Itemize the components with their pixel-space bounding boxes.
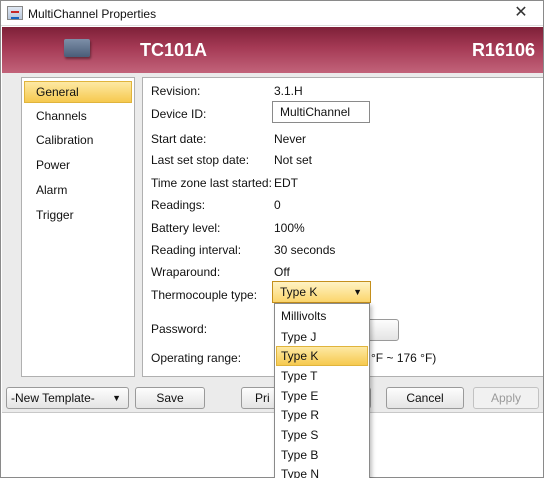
battery-value: 100% xyxy=(274,221,305,235)
interval-label: Reading interval: xyxy=(151,243,242,257)
sidebar-item-trigger[interactable]: Trigger xyxy=(24,204,132,226)
dropdown-option-type-n[interactable]: Type N xyxy=(276,464,368,478)
chevron-down-icon: ▼ xyxy=(112,393,121,403)
last-stop-label: Last set stop date: xyxy=(151,153,250,167)
readings-value: 0 xyxy=(274,198,281,212)
readings-label: Readings: xyxy=(151,198,206,212)
dropdown-option-type-k[interactable]: Type K xyxy=(276,346,368,366)
wraparound-value: Off xyxy=(274,265,290,279)
dropdown-option-type-b[interactable]: Type B xyxy=(276,445,368,465)
apply-button[interactable]: Apply xyxy=(473,387,539,409)
device-id-input[interactable] xyxy=(272,101,370,123)
title-bar: MultiChannel Properties ✕ xyxy=(1,1,543,26)
revision-label: Revision: xyxy=(151,84,201,98)
close-icon[interactable]: ✕ xyxy=(499,1,543,26)
thermocouple-dropdown-list: Millivolts Type J Type K Type T Type E T… xyxy=(274,303,370,478)
timezone-label: Time zone last started: xyxy=(151,176,272,190)
dropdown-option-type-s[interactable]: Type S xyxy=(276,425,368,445)
operating-range-label: Operating range: xyxy=(151,351,242,365)
thermocouple-selected-value: Type K xyxy=(280,285,318,299)
template-selected-value: -New Template- xyxy=(11,391,95,405)
app-window-icon xyxy=(7,6,23,20)
template-select[interactable]: -New Template- ▼ xyxy=(6,387,129,409)
dropdown-option-type-r[interactable]: Type R xyxy=(276,405,368,425)
dropdown-option-millivolts[interactable]: Millivolts xyxy=(276,306,368,326)
sidebar-item-general[interactable]: General xyxy=(24,81,132,103)
thermocouple-select[interactable]: Type K ▼ xyxy=(272,281,371,303)
operating-range-value: 0 °F ~ 176 °F) xyxy=(361,351,437,365)
sidebar-item-power[interactable]: Power xyxy=(24,154,132,176)
dropdown-option-type-e[interactable]: Type E xyxy=(276,386,368,406)
timezone-value: EDT xyxy=(274,176,298,190)
start-date-value: Never xyxy=(274,132,307,146)
logger-device-icon xyxy=(64,39,90,57)
window-title: MultiChannel Properties xyxy=(28,7,157,21)
device-model: TC101A xyxy=(140,40,208,60)
dropdown-option-type-j[interactable]: Type J xyxy=(276,327,368,347)
start-date-label: Start date: xyxy=(151,132,207,146)
properties-window: MultiChannel Properties ✕ TC101A R16106 … xyxy=(0,0,544,478)
last-stop-value: Not set xyxy=(274,153,313,167)
wraparound-label: Wraparound: xyxy=(151,265,221,279)
device-banner: TC101A R16106 xyxy=(2,27,543,73)
dropdown-option-type-t[interactable]: Type T xyxy=(276,366,368,386)
sidebar-item-channels[interactable]: Channels xyxy=(24,105,132,127)
sidebar-item-alarm[interactable]: Alarm xyxy=(24,179,132,201)
device-id-label: Device ID: xyxy=(151,107,207,121)
save-button[interactable]: Save xyxy=(135,387,205,409)
chevron-down-icon: ▼ xyxy=(353,287,362,297)
battery-label: Battery level: xyxy=(151,221,221,235)
password-label: Password: xyxy=(151,322,208,336)
thermocouple-label: Thermocouple type: xyxy=(151,288,258,302)
cancel-button[interactable]: Cancel xyxy=(386,387,464,409)
sidebar-item-calibration[interactable]: Calibration xyxy=(24,129,132,151)
revision-value: 3.1.H xyxy=(274,84,303,98)
interval-value: 30 seconds xyxy=(274,243,336,257)
device-serial: R16106 xyxy=(471,40,535,60)
sidebar: General Channels Calibration Power Alarm… xyxy=(21,77,135,377)
